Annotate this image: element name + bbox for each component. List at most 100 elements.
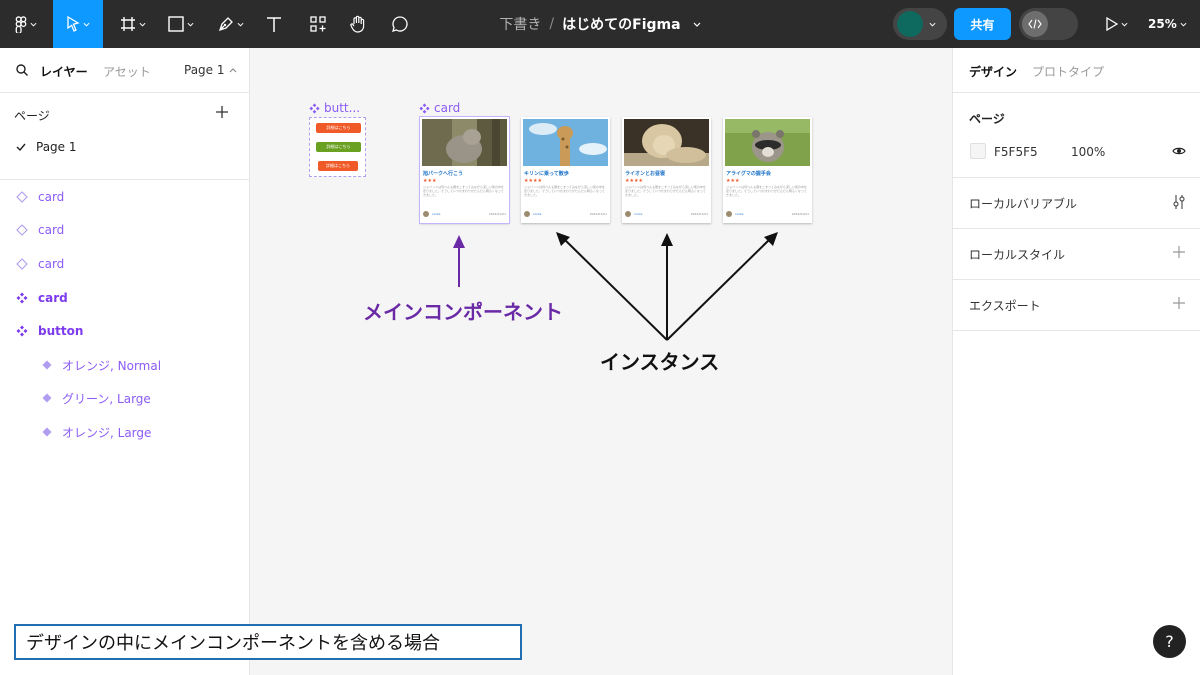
instance-annotation: インスタンス <box>600 350 720 374</box>
tab-design[interactable]: デザイン <box>969 63 1017 80</box>
tab-prototype[interactable]: プロトタイプ <box>1032 63 1104 80</box>
export-label[interactable]: エクスポート <box>969 297 1041 314</box>
resources-button[interactable] <box>306 0 330 48</box>
layer-label: button <box>38 324 84 338</box>
file-name[interactable]: はじめてのFigma <box>562 14 680 34</box>
chevron-down-icon <box>139 22 146 27</box>
layer-item-card-instance[interactable]: card <box>16 220 64 240</box>
hand-tool-button[interactable] <box>346 0 370 48</box>
zoom-control[interactable]: 25% <box>1148 0 1187 48</box>
multiplayer-avatar[interactable] <box>893 8 947 40</box>
chevron-down-icon <box>237 22 244 27</box>
dev-mode-icon <box>1022 11 1048 37</box>
page-selector[interactable]: Page 1 <box>184 63 237 77</box>
check-icon <box>16 143 26 151</box>
pen-tool-icon <box>218 17 233 32</box>
chevron-down-icon <box>30 22 37 27</box>
variant-icon <box>42 427 52 437</box>
layer-label: card <box>38 190 65 204</box>
divider <box>953 330 1200 331</box>
divider <box>0 92 250 93</box>
tab-layers[interactable]: レイヤー <box>40 63 88 80</box>
avatar <box>897 11 923 37</box>
component-icon <box>16 325 28 337</box>
hand-tool-icon <box>350 15 365 33</box>
local-styles-label[interactable]: ローカルスタイル <box>969 246 1065 263</box>
layer-item-card-main-component[interactable]: card <box>16 288 68 308</box>
page-selector-label: Page 1 <box>184 63 225 77</box>
variant-icon <box>42 393 52 403</box>
chevron-down-icon <box>83 22 90 27</box>
text-tool-button[interactable] <box>262 0 286 48</box>
tab-assets[interactable]: アセット <box>103 63 151 80</box>
layer-label: オレンジ, Normal <box>62 358 162 373</box>
divider <box>953 92 1200 93</box>
chevron-up-icon <box>229 67 236 72</box>
divider <box>953 228 1200 229</box>
dev-mode-toggle[interactable] <box>1019 8 1078 40</box>
shape-tool-button[interactable] <box>163 0 199 48</box>
canvas[interactable]: butt... 詳細はこちら 詳細はこちら 詳細はこちら card 旭パークへ行… <box>251 48 951 675</box>
resources-icon <box>310 16 326 32</box>
variant-icon <box>42 360 52 370</box>
layer-label: グリーン, Large <box>62 391 151 406</box>
comment-tool-button[interactable] <box>388 0 412 48</box>
chevron-down-icon <box>929 22 936 27</box>
divider <box>0 179 250 180</box>
text-tool-icon <box>267 16 281 32</box>
main-component-annotation: メインコンポーネント <box>363 300 563 324</box>
frame-tool-button[interactable] <box>115 0 151 48</box>
drafts-link[interactable]: 下書き <box>499 14 541 34</box>
instance-icon <box>16 224 28 236</box>
move-tool-button[interactable] <box>53 0 103 48</box>
plus-icon[interactable] <box>1173 246 1185 258</box>
pen-tool-button[interactable] <box>213 0 249 48</box>
zoom-level: 25% <box>1148 17 1177 31</box>
background-color-swatch[interactable] <box>970 143 986 159</box>
page-item-label: Page 1 <box>36 140 77 154</box>
eye-icon[interactable] <box>1172 146 1186 156</box>
present-button[interactable] <box>1100 0 1134 48</box>
move-tool-icon <box>67 16 80 32</box>
figma-menu-icon <box>15 15 27 33</box>
figma-window: 下書き / はじめてのFigma 共有 25% レイヤー アセット Page 1… <box>0 0 1200 675</box>
figma-menu-button[interactable] <box>10 0 42 48</box>
add-page-button[interactable] <box>216 102 228 123</box>
layer-label: card <box>38 257 65 271</box>
left-panel-tabs: レイヤー アセット Page 1 <box>0 48 250 92</box>
component-icon <box>16 292 28 304</box>
layer-label: card <box>38 291 68 305</box>
shape-tool-icon <box>168 16 184 32</box>
instance-arrows <box>562 237 772 341</box>
page-section-title: ページ <box>969 112 1005 126</box>
main-component-arrow <box>453 235 465 287</box>
background-opacity[interactable]: 100% <box>1071 145 1105 159</box>
layer-item-variant[interactable]: オレンジ, Normal <box>42 355 161 375</box>
layer-item-variant[interactable]: オレンジ, Large <box>42 422 151 442</box>
instance-icon <box>16 191 28 203</box>
frame-tool-icon <box>121 17 135 31</box>
divider <box>953 279 1200 280</box>
layers-panel: レイヤー アセット Page 1 ページ Page 1 card card ca… <box>0 48 250 675</box>
share-button[interactable]: 共有 <box>954 8 1011 40</box>
toolbar: 下書き / はじめてのFigma 共有 25% <box>0 0 1200 48</box>
comment-icon <box>392 16 408 32</box>
instance-icon <box>16 258 28 270</box>
layer-item-button-component-set[interactable]: button <box>16 321 83 341</box>
chevron-down-icon[interactable] <box>693 22 701 27</box>
layer-item-card-instance[interactable]: card <box>16 254 64 274</box>
layer-label: card <box>38 223 65 237</box>
properties-panel: デザイン プロトタイプ ページ F5F5F5 100% ローカルバリアブル ロー… <box>952 48 1200 675</box>
page-item[interactable]: Page 1 <box>16 140 77 154</box>
help-button[interactable]: ? <box>1153 625 1186 658</box>
plus-icon[interactable] <box>1173 297 1185 309</box>
layer-item-variant[interactable]: グリーン, Large <box>42 388 151 408</box>
background-hex[interactable]: F5F5F5 <box>994 145 1038 159</box>
layer-label: オレンジ, Large <box>62 425 152 440</box>
chevron-down-icon <box>1180 22 1187 27</box>
adjust-icon[interactable] <box>1172 194 1186 210</box>
chevron-down-icon <box>1121 22 1128 27</box>
local-variables-label[interactable]: ローカルバリアブル <box>969 195 1077 212</box>
search-icon[interactable] <box>16 64 28 76</box>
layer-item-card-instance[interactable]: card <box>16 187 64 207</box>
